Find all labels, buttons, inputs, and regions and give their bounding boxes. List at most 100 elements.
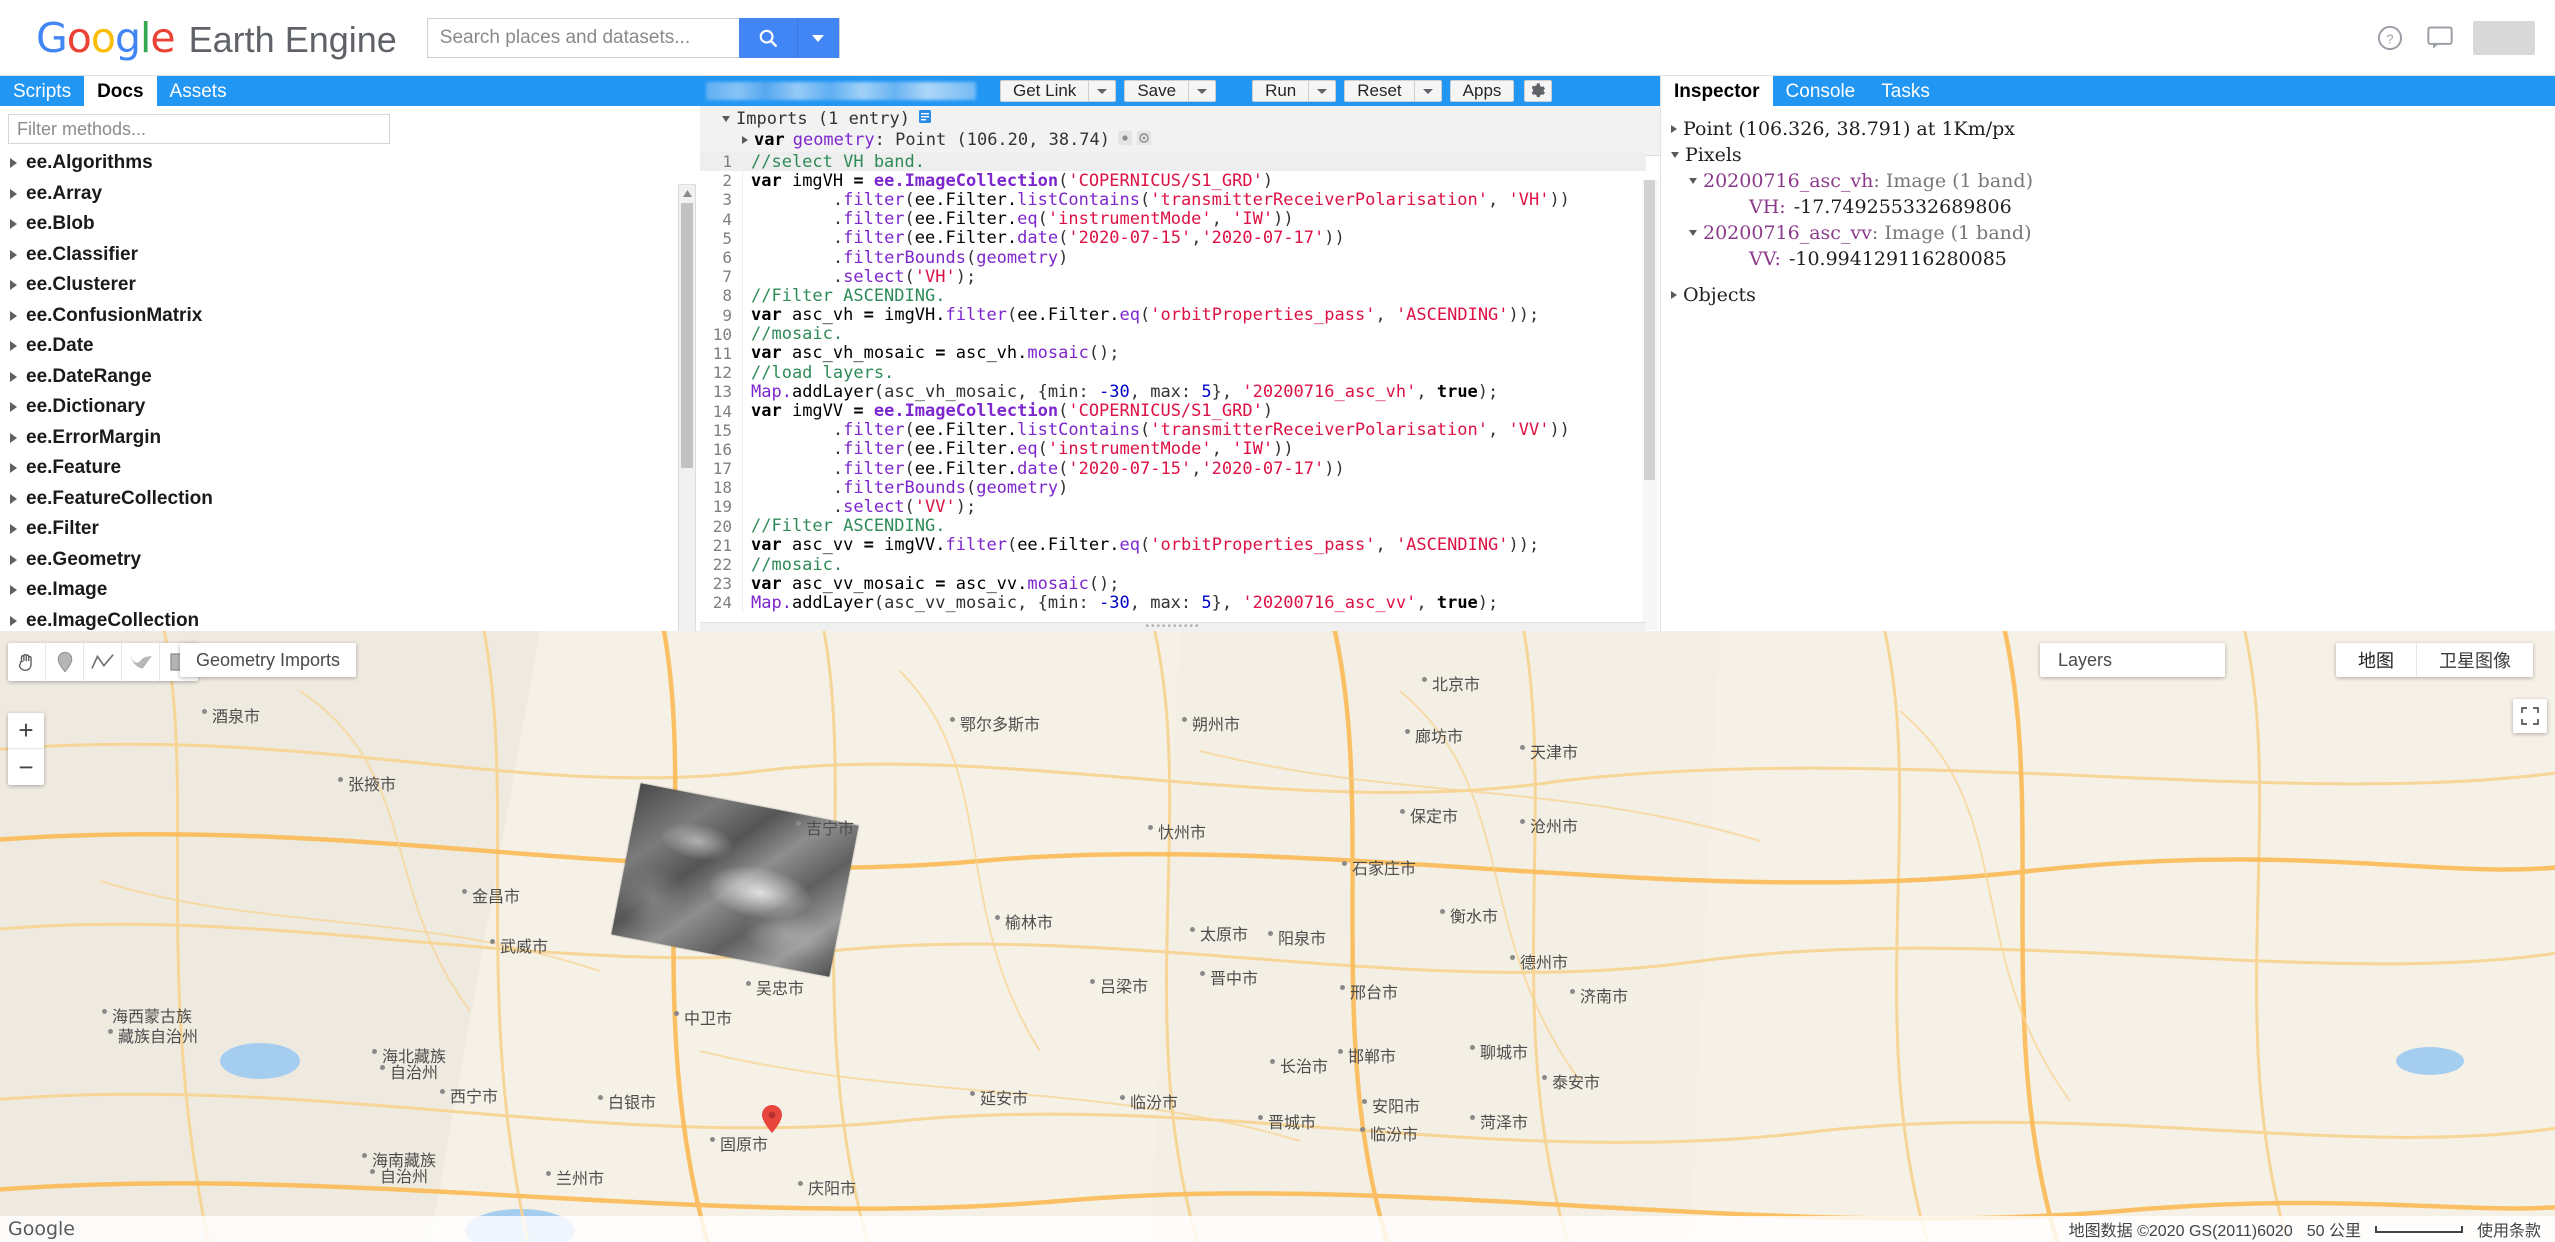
inspector-pixels-row[interactable]: Pixels (1671, 142, 2555, 168)
code-line[interactable]: 8 //Filter ASCENDING. (700, 285, 1646, 306)
place-marker-tool[interactable] (46, 643, 84, 681)
basemap-map-button[interactable]: 地图 (2336, 643, 2416, 677)
code-line[interactable]: 9 var asc_vh = imgVH.filter(ee.Filter.eq(… (700, 305, 1646, 326)
search-button[interactable] (738, 17, 797, 58)
code-scrollbar[interactable] (1642, 180, 1658, 630)
chevron-down-icon[interactable] (1689, 230, 1697, 236)
code-line[interactable]: 15 .filter(ee.Filter.listContains('trans… (700, 420, 1646, 441)
code-line[interactable]: 13 Map.addLayer(asc_vh_mosaic, {min: -30,… (700, 381, 1646, 402)
tab-assets[interactable]: Assets (157, 76, 240, 106)
code-line[interactable]: 7 .select('VH'); (700, 266, 1646, 287)
imports-entry-row[interactable]: var geometry : Point (106.20, 38.74) (700, 129, 1660, 151)
map-marker-icon[interactable] (762, 1105, 782, 1133)
code-scroll-thumb[interactable] (1644, 180, 1655, 480)
tab-console[interactable]: Console (1773, 76, 1869, 106)
inspector-layer-row[interactable]: 20200716_asc_vh : Image (1 band) (1671, 168, 2555, 194)
basemap-satellite-button[interactable]: 卫星图像 (2416, 643, 2533, 677)
fullscreen-button[interactable] (2513, 699, 2547, 733)
reset-dropdown[interactable] (1414, 80, 1442, 102)
run-button[interactable]: Run (1252, 80, 1310, 102)
docs-item[interactable]: ee.Feature (0, 453, 688, 484)
docs-list[interactable]: ee.Algorithms ee.Array ee.Blob ee.Classi… (0, 148, 688, 631)
code-line[interactable]: 1 //select VH band. (700, 152, 1646, 172)
code-line[interactable]: 19 .select('VV'); (700, 496, 1646, 517)
import-target-icon[interactable] (1137, 130, 1152, 150)
draw-line-tool[interactable] (84, 643, 122, 681)
code-line[interactable]: 11 var asc_vh_mosaic = asc_vh.mosaic(); (700, 343, 1646, 364)
script-name-field[interactable] (706, 82, 976, 100)
docs-item[interactable]: ee.Image (0, 575, 688, 606)
code-line[interactable]: 21 var asc_vv = imgVV.filter(ee.Filter.eq… (700, 535, 1646, 556)
docs-item[interactable]: ee.Array (0, 179, 688, 210)
geometry-imports-button[interactable]: Geometry Imports (180, 643, 357, 677)
inspector-layer-row[interactable]: 20200716_asc_vv : Image (1 band) (1671, 220, 2555, 246)
docs-item[interactable]: ee.Geometry (0, 545, 688, 576)
settings-button[interactable] (1524, 80, 1553, 102)
inspector-point-row[interactable]: Point (106.326, 38.791) at 1Km/px (1671, 116, 2555, 142)
docs-item[interactable]: ee.Algorithms (0, 148, 688, 179)
run-dropdown[interactable] (1309, 80, 1337, 102)
code-line[interactable]: 20 //Filter ASCENDING. (700, 516, 1646, 537)
docs-item[interactable]: ee.ConfusionMatrix (0, 301, 688, 332)
code-line[interactable]: 17 .filter(ee.Filter.date('2020-07-15','… (700, 458, 1646, 479)
docs-item[interactable]: ee.Dictionary (0, 392, 688, 423)
search-input[interactable] (427, 18, 739, 57)
apps-button[interactable]: Apps (1449, 80, 1515, 102)
chevron-down-icon[interactable] (722, 116, 730, 122)
get-link-dropdown[interactable] (1089, 80, 1117, 102)
code-line[interactable]: 22 //mosaic. (700, 554, 1646, 575)
chevron-right-icon[interactable] (1671, 125, 1677, 133)
chevron-down-icon[interactable] (1671, 152, 1679, 158)
code-line[interactable]: 5 .filter(ee.Filter.date('2020-07-15','2… (700, 228, 1646, 249)
scroll-up-icon[interactable] (679, 185, 695, 201)
save-dropdown[interactable] (1189, 80, 1217, 102)
code-line[interactable]: 18 .filterBounds(geometry) (700, 477, 1646, 498)
zoom-in-button[interactable]: + (8, 713, 44, 749)
docs-item[interactable]: ee.Blob (0, 209, 688, 240)
imports-header-row[interactable]: Imports (1 entry) (700, 109, 1660, 129)
map-viewport[interactable]: Geometry Imports + − Layers 地图 卫星图像 Goog… (0, 631, 2555, 1242)
docs-item[interactable]: ee.Clusterer (0, 270, 688, 301)
tab-tasks[interactable]: Tasks (1868, 76, 1943, 106)
imports-doc-icon[interactable] (918, 109, 932, 129)
chevron-down-icon[interactable] (1689, 178, 1697, 184)
inspector-objects-row[interactable]: Objects (1671, 282, 2555, 308)
docs-item[interactable]: ee.FeatureCollection (0, 484, 688, 515)
panel-resizer[interactable]: •••••••••• (700, 622, 1646, 632)
chevron-right-icon[interactable] (742, 136, 748, 144)
code-line[interactable]: 6 .filterBounds(geometry) (700, 247, 1646, 268)
docs-item[interactable]: ee.ImageCollection (0, 606, 688, 632)
code-line[interactable]: 16 .filter(ee.Filter.eq('instrumentMode'… (700, 439, 1646, 460)
docs-scrollbar[interactable] (678, 184, 696, 654)
code-line[interactable]: 24 Map.addLayer(asc_vv_mosaic, {min: -30,… (700, 592, 1646, 613)
save-button[interactable]: Save (1124, 80, 1190, 102)
search-options-button[interactable] (796, 17, 839, 58)
brand-logo[interactable]: Google Earth Engine (36, 14, 397, 62)
get-link-button[interactable]: Get Link (1000, 80, 1090, 102)
docs-item[interactable]: ee.ErrorMargin (0, 423, 688, 454)
tab-docs[interactable]: Docs (84, 76, 157, 106)
docs-item[interactable]: ee.Classifier (0, 240, 688, 271)
docs-scroll-thumb[interactable] (681, 203, 693, 468)
help-button[interactable]: ? (2373, 21, 2407, 55)
tab-inspector[interactable]: Inspector (1661, 76, 1773, 106)
code-line[interactable]: 2 var imgVH = ee.ImageCollection('COPERNI… (700, 170, 1646, 191)
docs-item[interactable]: ee.DateRange (0, 362, 688, 393)
code-line[interactable]: 12 //load layers. (700, 362, 1646, 383)
docs-item[interactable]: ee.Date (0, 331, 688, 362)
code-line[interactable]: 4 .filter(ee.Filter.eq('instrumentMode',… (700, 209, 1646, 230)
search-box[interactable] (426, 17, 840, 58)
docs-item[interactable]: ee.Filter (0, 514, 688, 545)
code-line[interactable]: 3 .filter(ee.Filter.listContains('transm… (700, 189, 1646, 210)
code-line[interactable]: 14 var imgVV = ee.ImageCollection('COPERN… (700, 401, 1646, 422)
zoom-out-button[interactable]: − (8, 749, 44, 785)
terms-link[interactable]: 使用条款 (2477, 1217, 2541, 1241)
tab-scripts[interactable]: Scripts (0, 76, 84, 106)
code-area[interactable]: 1 //select VH band. 2 var imgVH = ee.ImageC… (700, 152, 1646, 632)
code-line[interactable]: 10 //mosaic. (700, 324, 1646, 345)
code-line[interactable]: 23 var asc_vv_mosaic = asc_vv.mosaic(); (700, 573, 1646, 594)
layers-button[interactable]: Layers (2040, 643, 2225, 677)
draw-polygon-tool[interactable] (122, 643, 160, 681)
reset-button[interactable]: Reset (1344, 80, 1415, 102)
feedback-button[interactable] (2423, 21, 2457, 55)
